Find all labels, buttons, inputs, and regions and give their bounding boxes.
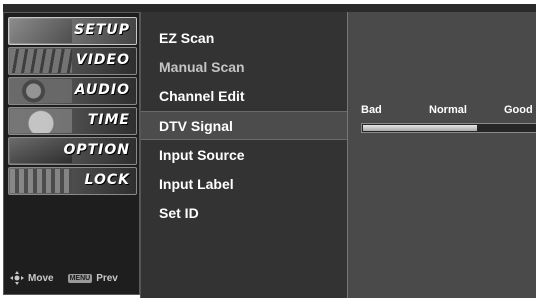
speaker-icon <box>10 79 72 103</box>
category-label: VIDEO <box>75 52 130 68</box>
clock-icon <box>10 109 72 133</box>
category-audio[interactable]: AUDIO <box>8 77 137 105</box>
category-lock[interactable]: LOCK <box>8 167 137 195</box>
satellite-dish-icon <box>10 19 72 43</box>
film-strip-icon <box>10 49 72 73</box>
top-bar-left <box>3 4 140 12</box>
move-arrows-icon <box>10 271 24 285</box>
menu-item-input-label[interactable]: Input Label <box>141 170 348 199</box>
dtv-signal-panel: Bad Normal Good <box>347 12 536 298</box>
setup-menu-panel: EZ Scan Manual Scan Channel Edit DTV Sig… <box>140 12 348 298</box>
signal-bad-label: Bad <box>361 104 382 116</box>
move-hint-label: Move <box>28 272 54 284</box>
category-video[interactable]: VIDEO <box>8 47 137 75</box>
category-label: AUDIO <box>74 82 130 98</box>
category-label: SETUP <box>74 22 130 38</box>
signal-strength-bar <box>361 123 536 133</box>
category-label: TIME <box>87 112 130 128</box>
category-label: OPTION <box>63 142 130 158</box>
signal-strength-fill <box>363 125 477 131</box>
tv-osd-menu: SETUP VIDEO AUDIO TIME OPTION LOCK Move … <box>0 0 536 298</box>
category-panel: SETUP VIDEO AUDIO TIME OPTION LOCK Move … <box>3 12 140 295</box>
menu-item-channel-edit[interactable]: Channel Edit <box>141 82 348 111</box>
navigation-hints: Move MENU Prev <box>10 270 135 286</box>
category-label: LOCK <box>84 172 130 188</box>
menu-item-ez-scan[interactable]: EZ Scan <box>141 24 348 53</box>
category-setup[interactable]: SETUP <box>8 17 137 45</box>
menu-item-input-source[interactable]: Input Source <box>141 141 348 170</box>
menu-item-manual-scan[interactable]: Manual Scan <box>141 53 348 82</box>
top-bar <box>140 4 536 12</box>
category-option[interactable]: OPTION <box>8 137 137 165</box>
signal-normal-label: Normal <box>429 104 467 116</box>
lock-icon <box>10 169 72 193</box>
menu-key-icon: MENU <box>67 273 93 283</box>
menu-item-dtv-signal[interactable]: DTV Signal <box>141 111 348 140</box>
prev-hint-label: Prev <box>96 272 118 284</box>
menu-item-set-id[interactable]: Set ID <box>141 199 348 228</box>
category-time[interactable]: TIME <box>8 107 137 135</box>
signal-good-label: Good <box>504 104 533 116</box>
